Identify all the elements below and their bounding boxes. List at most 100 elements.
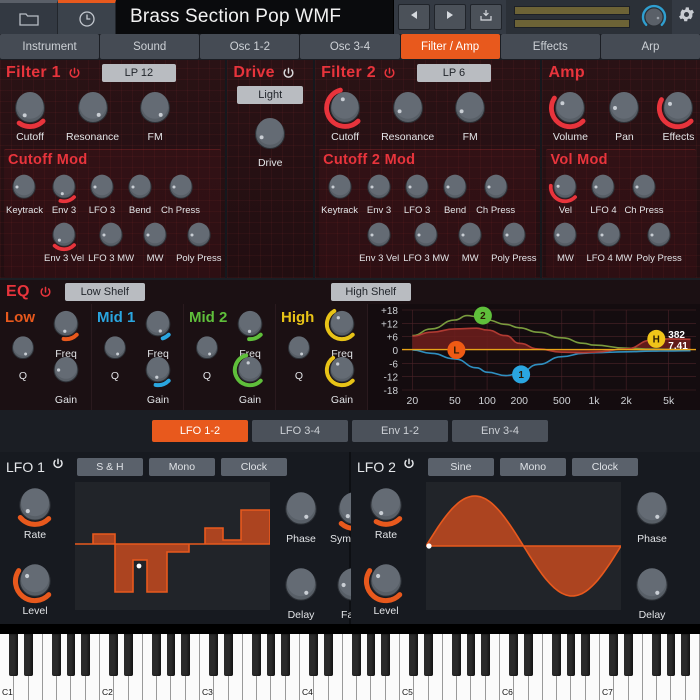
filter-1-mode-selector[interactable]: LP 12 xyxy=(102,64,176,82)
knob-resonance[interactable]: Resonance xyxy=(381,86,434,143)
knob-drive[interactable]: Drive xyxy=(248,112,292,169)
knob-vel[interactable]: Vel xyxy=(548,170,582,216)
lfo-2-mode-selector[interactable]: Mono xyxy=(500,458,566,476)
black-key[interactable] xyxy=(452,634,461,676)
knob-phase[interactable]: Phase xyxy=(629,486,675,545)
tab-osc-3-4[interactable]: Osc 3-4 xyxy=(300,34,399,59)
black-key[interactable] xyxy=(124,634,133,676)
black-key[interactable] xyxy=(81,634,90,676)
black-key[interactable] xyxy=(309,634,318,676)
knob-mw[interactable]: MW xyxy=(138,218,172,264)
filter-2-mode-selector[interactable]: LP 6 xyxy=(417,64,491,82)
next-preset-button[interactable] xyxy=(434,4,466,30)
knob-keytrack[interactable]: Keytrack xyxy=(6,170,43,216)
eq-high-shelf-selector[interactable]: High Shelf xyxy=(331,283,411,301)
black-key[interactable] xyxy=(481,634,490,676)
drive-power-button[interactable] xyxy=(281,66,296,81)
lfo-2-power-button[interactable] xyxy=(402,457,416,476)
knob-rate[interactable]: Rate xyxy=(363,482,409,541)
knob-cutoff[interactable]: Cutoff xyxy=(8,86,52,143)
tab-effects[interactable]: Effects xyxy=(501,34,600,59)
black-key[interactable] xyxy=(609,634,618,676)
lfo-1-power-button[interactable] xyxy=(51,457,65,476)
eq-q-knob-3[interactable]: Q xyxy=(283,332,315,382)
knob-lfo-3[interactable]: LFO 3 xyxy=(85,170,119,216)
filter-1-power-button[interactable] xyxy=(67,66,82,81)
knob-cutoff[interactable]: Cutoff xyxy=(323,86,367,143)
knob-env-3[interactable]: Env 3 xyxy=(47,170,81,216)
knob-level[interactable]: Level xyxy=(12,558,58,617)
filter-2-power-button[interactable] xyxy=(382,66,397,81)
tab-osc-1-2[interactable]: Osc 1-2 xyxy=(200,34,299,59)
black-key[interactable] xyxy=(252,634,261,676)
black-key[interactable] xyxy=(281,634,290,676)
save-preset-button[interactable] xyxy=(470,4,502,30)
eq-gain-knob-0[interactable]: Gain xyxy=(48,352,84,406)
knob-level[interactable]: Level xyxy=(363,558,409,617)
black-key[interactable] xyxy=(524,634,533,676)
black-key[interactable] xyxy=(109,634,118,676)
settings-button[interactable] xyxy=(672,0,700,34)
knob-fm[interactable]: FM xyxy=(448,86,492,143)
black-key[interactable] xyxy=(209,634,218,676)
black-key[interactable] xyxy=(181,634,190,676)
knob-poly-press[interactable]: Poly Press xyxy=(491,218,536,264)
knob-ch-press[interactable]: Ch Press xyxy=(161,170,200,216)
knob-lfo-4-mw[interactable]: LFO 4 MW xyxy=(586,218,632,264)
tab-instrument[interactable]: Instrument xyxy=(0,34,99,59)
knob-phase[interactable]: Phase xyxy=(278,486,324,545)
knob-delay[interactable]: Delay xyxy=(278,562,324,621)
black-key[interactable] xyxy=(24,634,33,676)
lfo-1-sync-selector[interactable]: Clock xyxy=(221,458,287,476)
black-key[interactable] xyxy=(652,634,661,676)
black-key[interactable] xyxy=(552,634,561,676)
black-key[interactable] xyxy=(324,634,333,676)
black-key[interactable] xyxy=(381,634,390,676)
tab-sound[interactable]: Sound xyxy=(100,34,199,59)
eq-q-knob-1[interactable]: Q xyxy=(99,332,131,382)
tab-arp[interactable]: Arp xyxy=(601,34,700,59)
black-key[interactable] xyxy=(367,634,376,676)
piano-keyboard[interactable]: C1C2C3C4C5C6C7 xyxy=(0,624,700,700)
black-key[interactable] xyxy=(352,634,361,676)
preset-name-display[interactable]: Brass Section Pop WMF xyxy=(116,0,394,34)
black-key[interactable] xyxy=(667,634,676,676)
black-key[interactable] xyxy=(681,634,690,676)
black-key[interactable] xyxy=(52,634,61,676)
knob-resonance[interactable]: Resonance xyxy=(66,86,119,143)
tab-lfo-3-4[interactable]: LFO 3-4 xyxy=(252,420,348,442)
knob-keytrack[interactable]: Keytrack xyxy=(321,170,358,216)
knob-poly-press[interactable]: Poly Press xyxy=(176,218,221,264)
black-key[interactable] xyxy=(67,634,76,676)
black-key[interactable] xyxy=(9,634,18,676)
browse-folder-button[interactable] xyxy=(0,0,58,34)
eq-gain-knob-3[interactable]: Gain xyxy=(324,352,360,406)
prev-preset-button[interactable] xyxy=(398,4,430,30)
lfo-1-waveform-display[interactable] xyxy=(75,482,270,610)
eq-power-button[interactable] xyxy=(38,285,53,300)
black-key[interactable] xyxy=(224,634,233,676)
black-key[interactable] xyxy=(624,634,633,676)
knob-volume[interactable]: Volume xyxy=(548,86,592,143)
lfo-2-waveform-display[interactable] xyxy=(426,482,621,610)
eq-q-knob-2[interactable]: Q xyxy=(191,332,223,382)
lfo-2-shape-selector[interactable]: Sine xyxy=(428,458,494,476)
black-key[interactable] xyxy=(509,634,518,676)
black-key[interactable] xyxy=(467,634,476,676)
knob-ch-press[interactable]: Ch Press xyxy=(476,170,515,216)
eq-q-knob-0[interactable]: Q xyxy=(7,332,39,382)
black-key[interactable] xyxy=(581,634,590,676)
knob-bend[interactable]: Bend xyxy=(438,170,472,216)
lfo-1-mode-selector[interactable]: Mono xyxy=(149,458,215,476)
tab-lfo-1-2[interactable]: LFO 1-2 xyxy=(152,420,248,442)
knob-lfo-3-mw[interactable]: LFO 3 MW xyxy=(403,218,449,264)
knob-env-3-vel[interactable]: Env 3 Vel xyxy=(359,218,399,264)
eq-gain-knob-1[interactable]: Gain xyxy=(140,352,176,406)
knob-env-3-vel[interactable]: Env 3 Vel xyxy=(44,218,84,264)
master-volume-knob[interactable] xyxy=(636,0,672,34)
black-key[interactable] xyxy=(424,634,433,676)
black-key[interactable] xyxy=(267,634,276,676)
tab-env-1-2[interactable]: Env 1-2 xyxy=(352,420,448,442)
black-key[interactable] xyxy=(167,634,176,676)
knob-lfo-4[interactable]: LFO 4 xyxy=(586,170,620,216)
